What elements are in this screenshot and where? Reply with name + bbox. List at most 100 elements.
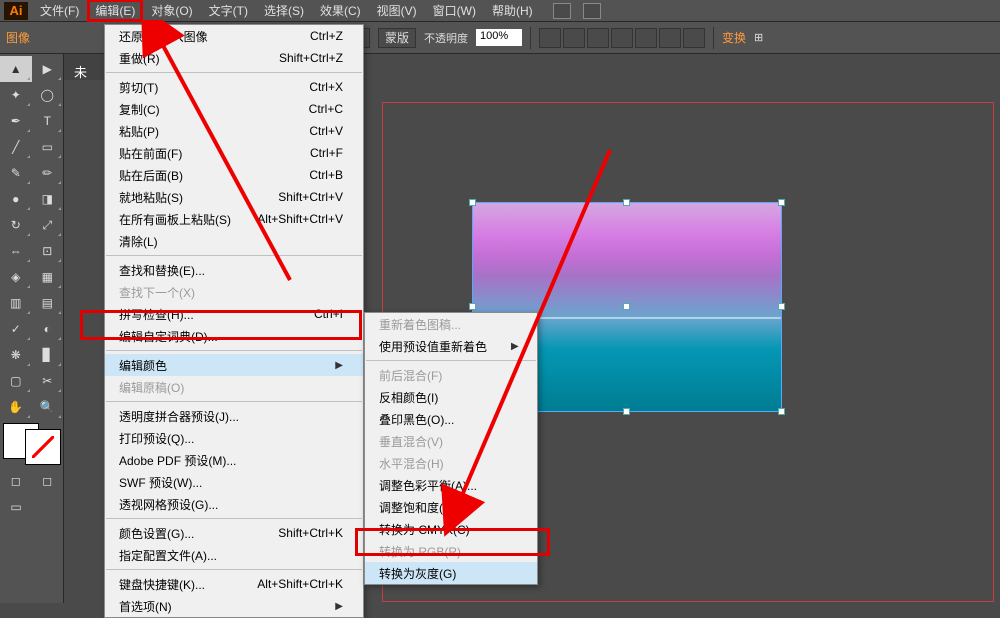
- titlebar: Ai 文件(F) 编辑(E) 对象(O) 文字(T) 选择(S) 效果(C) 视…: [0, 0, 1000, 22]
- menu-assign-profile[interactable]: 指定配置文件(A)...: [105, 544, 363, 566]
- menu-undo[interactable]: 还原(U)嵌入图像Ctrl+Z: [105, 25, 363, 47]
- gradient-tool[interactable]: ▤: [32, 290, 64, 316]
- selection-tool[interactable]: ▲: [0, 56, 32, 82]
- handle-tr[interactable]: [778, 199, 785, 206]
- blob-tool[interactable]: ●: [0, 186, 32, 212]
- menu-paste[interactable]: 粘贴(P)Ctrl+V: [105, 120, 363, 142]
- menu-grid-preset[interactable]: 透视网格预设(G)...: [105, 493, 363, 515]
- perspective-tool[interactable]: ▦: [32, 264, 64, 290]
- menu-effect[interactable]: 效果(C): [312, 0, 369, 22]
- menu-paste-all[interactable]: 在所有画板上粘贴(S)Alt+Shift+Ctrl+V: [105, 208, 363, 230]
- artboard-tool[interactable]: ▢: [0, 368, 32, 394]
- direct-select-tool[interactable]: ▶: [32, 56, 64, 82]
- handle-br[interactable]: [778, 408, 785, 415]
- handle-tc[interactable]: [623, 199, 630, 206]
- menu-cut[interactable]: 剪切(T)Ctrl+X: [105, 76, 363, 98]
- submenu-to-gray[interactable]: 转换为灰度(G): [365, 562, 537, 584]
- menu-find-replace[interactable]: 查找和替换(E)...: [105, 259, 363, 281]
- submenu-color-balance[interactable]: 调整色彩平衡(A)...: [365, 474, 537, 496]
- menu-copy[interactable]: 复制(C)Ctrl+C: [105, 98, 363, 120]
- handle-ml[interactable]: [469, 303, 476, 310]
- pencil-tool[interactable]: ✏: [32, 160, 64, 186]
- symbol-tool[interactable]: ❋: [0, 342, 32, 368]
- submenu-v-blend: 垂直混合(V): [365, 430, 537, 452]
- hand-tool[interactable]: ✋: [0, 394, 32, 420]
- slice-tool[interactable]: ✂: [32, 368, 64, 394]
- handle-tl[interactable]: [469, 199, 476, 206]
- screen-mode[interactable]: ◻: [32, 468, 64, 494]
- menu-swf-preset[interactable]: SWF 预设(W)...: [105, 471, 363, 493]
- align-icon-1[interactable]: [539, 28, 561, 48]
- pen-tool[interactable]: ✒: [0, 108, 32, 134]
- screen-mode-2[interactable]: ▭: [0, 494, 32, 520]
- opacity-label: 不透明度: [424, 30, 468, 46]
- tools-panel: ▲▶ ✦◯ ✒T ╱▭ ✎✏ ●◨ ↻⤢ ⇔⊡ ◈▦ ▥▤ ✓◐ ❋▊ ▢✂ ✋…: [0, 54, 64, 603]
- rotate-tool[interactable]: ↻: [0, 212, 32, 238]
- menu-pdf-preset[interactable]: Adobe PDF 预设(M)...: [105, 449, 363, 471]
- menu-file[interactable]: 文件(F): [32, 0, 87, 22]
- document-tab-label: 未: [74, 62, 87, 81]
- magic-wand-tool[interactable]: ✦: [0, 82, 32, 108]
- handle-cc[interactable]: [623, 303, 630, 310]
- menu-object[interactable]: 对象(O): [143, 0, 200, 22]
- handle-mr[interactable]: [778, 303, 785, 310]
- menu-paste-back[interactable]: 贴在后面(B)Ctrl+B: [105, 164, 363, 186]
- width-tool[interactable]: ⇔: [0, 238, 32, 264]
- menu-clear[interactable]: 清除(L): [105, 230, 363, 252]
- submenu-overprint[interactable]: 叠印黑色(O)...: [365, 408, 537, 430]
- mask-button[interactable]: 蒙版: [378, 28, 416, 48]
- mesh-tool[interactable]: ▥: [0, 290, 32, 316]
- zoom-tool[interactable]: 🔍: [32, 394, 64, 420]
- menu-redo[interactable]: 重做(R)Shift+Ctrl+Z: [105, 47, 363, 69]
- menu-window[interactable]: 窗口(W): [425, 0, 484, 22]
- submenu-h-blend: 水平混合(H): [365, 452, 537, 474]
- free-transform-tool[interactable]: ⊡: [32, 238, 64, 264]
- handle-bc[interactable]: [623, 408, 630, 415]
- menu-view[interactable]: 视图(V): [369, 0, 425, 22]
- submenu-arrow-icon: ▶: [335, 601, 343, 612]
- align-icon-2[interactable]: [563, 28, 585, 48]
- menu-edit[interactable]: 编辑(E): [87, 0, 143, 22]
- blend-tool[interactable]: ◐: [32, 316, 64, 342]
- menu-select[interactable]: 选择(S): [256, 0, 312, 22]
- submenu-recolor-preset[interactable]: 使用预设值重新着色▶: [365, 335, 537, 357]
- submenu-recolor: 重新着色图稿...: [365, 313, 537, 335]
- shape-builder-tool[interactable]: ◈: [0, 264, 32, 290]
- menu-find-next: 查找下一个(X): [105, 281, 363, 303]
- align-icon-6[interactable]: [659, 28, 681, 48]
- eyedropper-tool[interactable]: ✓: [0, 316, 32, 342]
- menu-paste-front[interactable]: 贴在前面(F)Ctrl+F: [105, 142, 363, 164]
- menu-color-settings[interactable]: 颜色设置(G)...Shift+Ctrl+K: [105, 522, 363, 544]
- color-swatch[interactable]: [4, 424, 60, 464]
- rect-tool[interactable]: ▭: [32, 134, 64, 160]
- submenu-saturation[interactable]: 调整饱和度(S)...: [365, 496, 537, 518]
- titlebar-icon-2[interactable]: [583, 3, 601, 19]
- menu-paste-place[interactable]: 就地粘贴(S)Shift+Ctrl+V: [105, 186, 363, 208]
- align-icon-7[interactable]: [683, 28, 705, 48]
- submenu-arrow-icon: ▶: [511, 341, 519, 352]
- opacity-input[interactable]: 100%: [476, 29, 522, 46]
- menu-edit-colors[interactable]: 编辑颜色▶: [105, 354, 363, 376]
- menu-text[interactable]: 文字(T): [201, 0, 256, 22]
- menu-transparency-preset[interactable]: 透明度拼合器预设(J)...: [105, 405, 363, 427]
- align-icon-4[interactable]: [611, 28, 633, 48]
- type-tool[interactable]: T: [32, 108, 64, 134]
- titlebar-icon-1[interactable]: [553, 3, 571, 19]
- menu-preferences[interactable]: 首选项(N)▶: [105, 595, 363, 617]
- transform-label[interactable]: 变换: [722, 29, 746, 46]
- menu-print-preset[interactable]: 打印预设(Q)...: [105, 427, 363, 449]
- submenu-invert[interactable]: 反相颜色(I): [365, 386, 537, 408]
- brush-tool[interactable]: ✎: [0, 160, 32, 186]
- line-tool[interactable]: ╱: [0, 134, 32, 160]
- align-icon-5[interactable]: [635, 28, 657, 48]
- transform-expand-icon[interactable]: ⊞: [754, 31, 763, 44]
- graph-tool[interactable]: ▊: [32, 342, 64, 368]
- draw-mode[interactable]: ◻: [0, 468, 32, 494]
- scale-tool[interactable]: ⤢: [32, 212, 64, 238]
- align-icon-3[interactable]: [587, 28, 609, 48]
- menu-keyboard[interactable]: 键盘快捷键(K)...Alt+Shift+Ctrl+K: [105, 573, 363, 595]
- app-logo: Ai: [4, 2, 28, 20]
- lasso-tool[interactable]: ◯: [32, 82, 64, 108]
- menu-help[interactable]: 帮助(H): [484, 0, 541, 22]
- eraser-tool[interactable]: ◨: [32, 186, 64, 212]
